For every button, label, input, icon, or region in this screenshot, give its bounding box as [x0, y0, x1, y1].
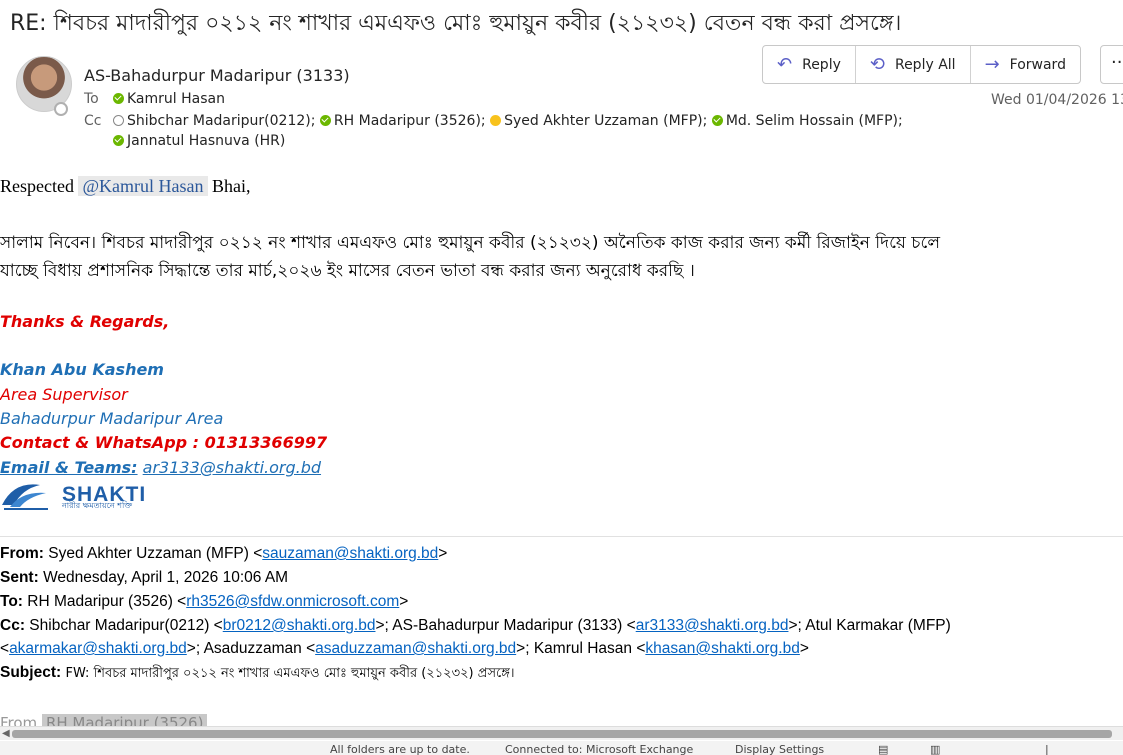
normal-view-icon[interactable]: ▤	[878, 743, 888, 755]
presence-available-icon	[711, 115, 723, 126]
recipient-syed-akhter[interactable]: Syed Akhter Uzzaman (MFP);	[504, 113, 707, 129]
quoted-from: From: Syed Akhter Uzzaman (MFP) <sauzama…	[0, 545, 448, 562]
signature-email-line: Email & Teams: ar3133@shakti.org.bd	[0, 458, 321, 477]
greeting-prefix: Respected	[0, 176, 74, 196]
forward-button[interactable]: → Forward	[971, 46, 1080, 83]
quoted-divider	[0, 536, 1123, 537]
body-text-line-2: যাচ্ছে বিধায় প্রশাসনিক সিদ্ধান্তে তার ম…	[0, 261, 695, 281]
recipient-kamrul-hasan[interactable]: Kamrul Hasan	[127, 91, 225, 107]
recipient-rh-madaripur[interactable]: RH Madaripur (3526);	[334, 113, 486, 129]
presence-available-icon	[113, 93, 124, 104]
quoted-cc-email-link[interactable]: khasan@shakti.org.bd	[645, 640, 799, 657]
body-text-line-1: সালাম নিবেন। শিবচর মাদারীপুর ০২১২ নং শাখ…	[0, 233, 940, 253]
greeting-suffix: Bhai,	[212, 176, 251, 196]
quoted-cc: Cc: Shibchar Madaripur(0212) <br0212@sha…	[0, 617, 951, 634]
reading-view-icon[interactable]: ▥	[930, 743, 940, 755]
signature-contact: Contact & WhatsApp : 01313366997	[0, 433, 328, 452]
display-settings-button[interactable]: Display Settings	[735, 743, 824, 755]
cc-recipients-line2: Jannatul Hasnuva (HR)	[113, 133, 285, 149]
recipient-jannatul-hasnuva[interactable]: Jannatul Hasnuva (HR)	[127, 133, 285, 149]
presence-away-icon	[490, 115, 502, 126]
email-subject: RE: শিবচর মাদারীপুর ০২১২ নং শাখার এমএফও …	[10, 11, 902, 36]
recipient-shibchar[interactable]: Shibchar Madaripur(0212);	[127, 113, 315, 129]
shakti-logo-tagline: নারীর ক্ষমতায়নে শক্তি	[62, 501, 133, 510]
quoted-sent: Sent: Wednesday, April 1, 2026 10:06 AM	[0, 569, 289, 586]
signature-closing: Thanks & Regards,	[0, 312, 170, 331]
scrollbar-thumb[interactable]	[12, 730, 1112, 738]
message-actions: ↶ Reply ⟲ Reply All → Forward	[762, 45, 1081, 84]
quoted-cc-line2: <akarmakar@shakti.org.bd>; Asaduzzaman <…	[0, 640, 809, 657]
reply-all-arrow-icon: ⟲	[869, 54, 885, 75]
quoted-cc-email-link[interactable]: asaduzzaman@shakti.org.bd	[315, 640, 516, 657]
reply-button[interactable]: ↶ Reply	[763, 46, 856, 83]
quoted-cc-email-link[interactable]: ar3133@shakti.org.bd	[636, 617, 789, 634]
reply-arrow-icon: ↶	[777, 54, 793, 75]
zoom-slider-icon[interactable]: |	[1045, 743, 1049, 755]
quoted-cc-email-link[interactable]: akarmakar@shakti.org.bd	[9, 640, 187, 657]
recipient-selim-hossain[interactable]: Md. Selim Hossain (MFP);	[726, 113, 903, 129]
quoted-to-email-link[interactable]: rh3526@sfdw.onmicrosoft.com	[186, 593, 399, 610]
status-folders: All folders are up to date.	[330, 743, 470, 755]
signature-email-link[interactable]: ar3133@shakti.org.bd	[143, 458, 321, 477]
more-actions-button[interactable]: ··	[1100, 45, 1123, 84]
cc-recipients: Shibchar Madaripur(0212); RH Madaripur (…	[113, 113, 903, 129]
sender-name[interactable]: AS-Bahadurpur Madaripur (3133)	[84, 66, 350, 85]
shakti-logo-mark-icon	[2, 484, 48, 510]
to-recipients: Kamrul Hasan	[113, 91, 225, 107]
cc-label: Cc	[84, 113, 102, 129]
signature-title: Area Supervisor	[0, 385, 128, 404]
quoted-from-email-link[interactable]: sauzaman@shakti.org.bd	[262, 545, 438, 562]
forward-arrow-icon: →	[984, 54, 1000, 75]
received-date: Wed 01/04/2026 13	[991, 92, 1123, 108]
scroll-left-icon[interactable]: ◀	[2, 728, 10, 739]
signature-email-label: Email & Teams:	[0, 458, 138, 477]
shakti-logo: SHAKTI নারীর ক্ষমতায়নে শক্তি	[0, 478, 146, 512]
presence-status-icon	[54, 102, 68, 116]
to-label: To	[84, 91, 99, 107]
reply-all-button[interactable]: ⟲ Reply All	[856, 46, 971, 83]
presence-offline-icon	[113, 115, 124, 126]
quoted-subject: Subject: FW: শিবচর মাদারীপুর ০২১২ নং শাখ…	[0, 664, 515, 681]
presence-available-icon	[319, 115, 331, 126]
signature-name: Khan Abu Kashem	[0, 360, 164, 379]
status-bar: All folders are up to date. Connected to…	[0, 741, 1123, 755]
horizontal-scrollbar[interactable]: ◀	[0, 726, 1123, 740]
quoted-to: To: RH Madaripur (3526) <rh3526@sfdw.onm…	[0, 593, 409, 610]
presence-available-icon	[113, 135, 124, 146]
greeting-line: Respected @Kamrul Hasan Bhai,	[0, 176, 251, 197]
status-connection: Connected to: Microsoft Exchange	[505, 743, 694, 755]
signature-area: Bahadurpur Madaripur Area	[0, 409, 224, 428]
quoted-cc-email-link[interactable]: br0212@shakti.org.bd	[223, 617, 376, 634]
mention-kamrul-hasan[interactable]: @Kamrul Hasan	[78, 176, 208, 196]
